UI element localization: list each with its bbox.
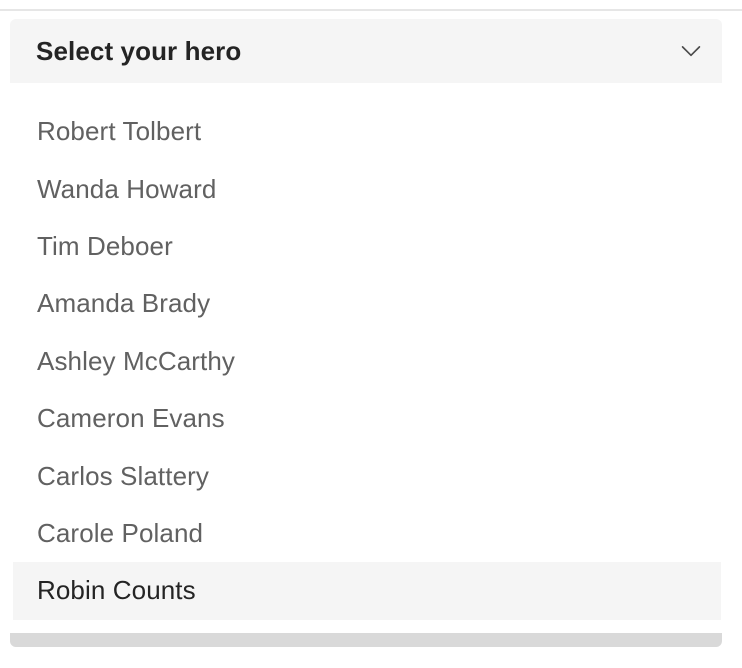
- hero-dropdown[interactable]: Select your hero Robert Tolbert Wanda Ho…: [10, 19, 722, 647]
- option-carole-poland[interactable]: Carole Poland: [11, 505, 721, 562]
- option-robert-tolbert[interactable]: Robert Tolbert: [11, 103, 721, 160]
- option-robin-counts[interactable]: Robin Counts: [13, 562, 721, 620]
- option-tim-deboer[interactable]: Tim Deboer: [11, 218, 721, 275]
- option-carlos-slattery[interactable]: Carlos Slattery: [11, 447, 721, 504]
- chevron-down-icon[interactable]: [678, 38, 704, 64]
- dropdown-bottom-bar: [10, 633, 722, 647]
- dropdown-options-list: Robert Tolbert Wanda Howard Tim Deboer A…: [10, 83, 722, 620]
- option-amanda-brady[interactable]: Amanda Brady: [11, 275, 721, 332]
- option-ashley-mccarthy[interactable]: Ashley McCarthy: [11, 333, 721, 390]
- top-divider: [0, 9, 742, 11]
- option-wanda-howard[interactable]: Wanda Howard: [11, 160, 721, 217]
- dropdown-header[interactable]: Select your hero: [10, 19, 722, 83]
- option-cameron-evans[interactable]: Cameron Evans: [11, 390, 721, 447]
- dropdown-title: Select your hero: [36, 36, 242, 66]
